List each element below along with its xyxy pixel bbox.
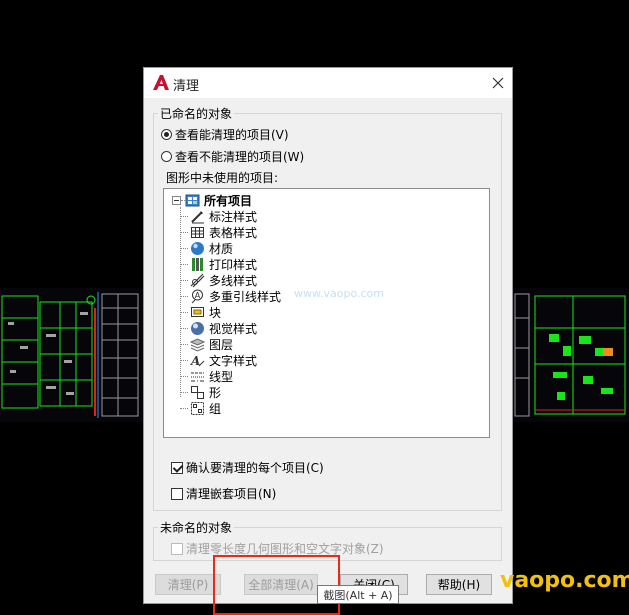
check-nested-label: 清理嵌套项目(N) [186,487,277,501]
svg-text:A: A [190,354,200,368]
purge-button[interactable]: 清理(P) [155,574,221,595]
dimension-style-icon [190,209,205,224]
tree-item-label: 多线样式 [209,273,258,288]
tree-item-label: 组 [209,401,222,416]
tree-item-label: 图层 [209,337,234,352]
radio-view-purgeable[interactable]: 查看能清理的项目(V) [161,126,289,143]
check-zero-length-label: 清理零长度几何图形和空文字对象(Z) [186,542,384,556]
multiline-style-icon [190,273,205,288]
tree-item[interactable]: 图层 [180,336,233,352]
tree-item[interactable]: 表格样式 [180,224,257,240]
tree-item-label: 视觉样式 [209,321,258,336]
tree-item-label: 多重引线样式 [209,289,282,304]
linetype-icon [190,369,205,384]
tree-item[interactable]: A 多重引线样式 [180,288,281,304]
radio-view-unpurgeable-label: 查看不能清理的项目(W) [175,150,305,164]
site-watermark: vaopo.com [500,568,629,593]
table-style-icon [190,225,205,240]
tree-item[interactable]: 组 [180,400,221,416]
purge-all-button[interactable]: 全部清理(A) [244,574,318,595]
plot-style-icon [190,257,205,272]
cad-drawing-right [513,288,629,422]
radio-button-selected[interactable] [161,129,172,140]
tree-item[interactable]: 打印样式 [180,256,257,272]
unnamed-objects-label: 未命名的对象 [158,519,235,536]
check-zero-length[interactable]: 清理零长度几何图形和空文字对象(Z) [171,540,384,557]
dialog-titlebar: 清理 [144,68,512,98]
cad-drawing-left [0,288,143,422]
autocad-app-icon [152,74,170,92]
unused-items-tree[interactable]: 所有项目 标注样式 表格样式 材质 打印样式 多线样式 A 多重引线样式 块 视… [163,188,490,438]
tree-root-label: 所有项目 [204,193,253,208]
shape-icon [190,385,205,400]
cad-drawing-left-art [0,288,143,422]
text-style-icon: A [190,353,205,368]
visual-style-icon [190,321,205,336]
collapse-icon[interactable] [172,195,181,205]
tree-item-label: 打印样式 [209,257,258,272]
tree-item-label: 线型 [209,369,234,384]
checkbox-disabled[interactable] [171,542,183,555]
tree-item-label: 块 [209,305,222,320]
tree-label: 图形中未使用的项目: [166,171,279,185]
block-icon [190,305,205,320]
checkbox-checked[interactable] [171,461,183,474]
tree-item[interactable]: 视觉样式 [180,320,257,336]
group-icon [190,401,205,416]
tree-item[interactable]: 形 [180,384,221,400]
tree-item[interactable]: A 文字样式 [180,352,257,368]
check-confirm-each[interactable]: 确认要清理的每个项目(C) [171,459,324,476]
checkbox[interactable] [171,487,183,500]
tree-item[interactable]: 多线样式 [180,272,257,288]
radio-view-unpurgeable[interactable]: 查看不能清理的项目(W) [161,148,304,165]
tree-item-label: 形 [209,385,222,400]
radio-view-purgeable-label: 查看能清理的项目(V) [175,128,289,142]
all-items-icon [185,193,200,208]
tree-root-all-items[interactable]: 所有项目 [172,192,252,208]
material-icon [190,241,205,256]
close-icon[interactable] [488,73,508,93]
svg-text:A: A [195,291,201,300]
help-button[interactable]: 帮助(H) [426,574,492,595]
cad-drawing-right-art [513,288,629,422]
tree-item-label: 材质 [209,241,234,256]
tree-item-label: 表格样式 [209,225,258,240]
named-objects-label: 已命名的对象 [158,105,235,122]
radio-button[interactable] [161,151,172,162]
screenshot-tooltip: 截图(Alt + A) [317,585,399,604]
multileader-style-icon: A [190,289,205,304]
tree-item[interactable]: 材质 [180,240,233,256]
layer-icon [189,337,206,352]
tree-item[interactable]: 标注样式 [180,208,257,224]
tree-item-label: 文字样式 [209,353,258,368]
tree-item[interactable]: 块 [180,304,221,320]
check-nested[interactable]: 清理嵌套项目(N) [171,485,276,502]
tree-item[interactable]: 线型 [180,368,233,384]
purge-dialog: 清理 已命名的对象 查看能清理的项目(V) 查看不能清理的项目(W) 图形中未使… [143,67,513,604]
tree-item-label: 标注样式 [209,209,258,224]
dialog-title: 清理 [173,79,200,94]
check-confirm-each-label: 确认要清理的每个项目(C) [186,461,324,475]
faint-watermark: www.vaopo.com [294,287,384,300]
